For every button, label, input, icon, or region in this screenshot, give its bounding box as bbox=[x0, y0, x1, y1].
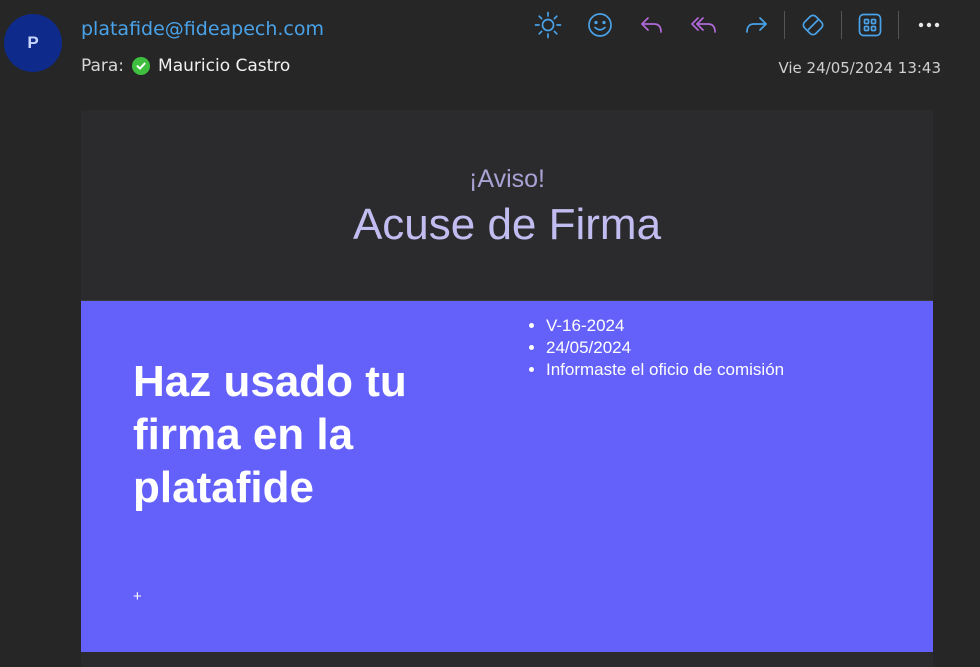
sun-icon[interactable] bbox=[530, 8, 566, 42]
reply-all-icon[interactable] bbox=[686, 8, 722, 42]
plus-mark: + bbox=[133, 588, 142, 605]
smiley-icon[interactable] bbox=[582, 8, 618, 42]
avatar-letter: P bbox=[27, 33, 39, 52]
toolbar-divider bbox=[784, 11, 785, 39]
immersive-reader-icon[interactable] bbox=[795, 8, 831, 42]
detail-item: V-16-2024 bbox=[546, 315, 784, 337]
detail-item: Informaste el oficio de comisión bbox=[546, 359, 784, 381]
email-footer-strip bbox=[81, 652, 933, 667]
sender-email[interactable]: platafide@fideapech.com bbox=[81, 18, 324, 40]
message-toolbar bbox=[530, 8, 955, 42]
email-content-panel: Haz usado tu firma en la platafide V-16-… bbox=[81, 301, 933, 652]
email-hero: ¡Aviso! Acuse de Firma bbox=[81, 110, 933, 301]
forward-icon[interactable] bbox=[738, 8, 774, 42]
more-icon[interactable] bbox=[911, 8, 947, 42]
email-title: Acuse de Firma bbox=[352, 200, 662, 249]
reply-icon[interactable] bbox=[634, 8, 670, 42]
toolbar-divider bbox=[841, 11, 842, 39]
sender-avatar[interactable]: P bbox=[4, 14, 62, 72]
received-date: Vie 24/05/2024 13:43 bbox=[778, 59, 941, 77]
available-status-icon bbox=[132, 57, 151, 75]
recipient-row: Para: Mauricio Castro bbox=[81, 55, 290, 77]
recipient-name[interactable]: Mauricio Castro bbox=[158, 56, 290, 76]
details-list: V-16-2024 24/05/2024 Informaste el ofici… bbox=[525, 315, 784, 381]
toolbar-divider bbox=[898, 11, 899, 39]
email-body: ¡Aviso! Acuse de Firma Haz usado tu firm… bbox=[81, 110, 933, 667]
detail-item: 24/05/2024 bbox=[546, 337, 784, 359]
email-kicker: ¡Aviso! bbox=[469, 165, 545, 193]
to-label: Para: bbox=[81, 56, 125, 76]
apps-icon[interactable] bbox=[852, 8, 888, 42]
email-headline: Haz usado tu firma en la platafide bbox=[133, 357, 407, 512]
